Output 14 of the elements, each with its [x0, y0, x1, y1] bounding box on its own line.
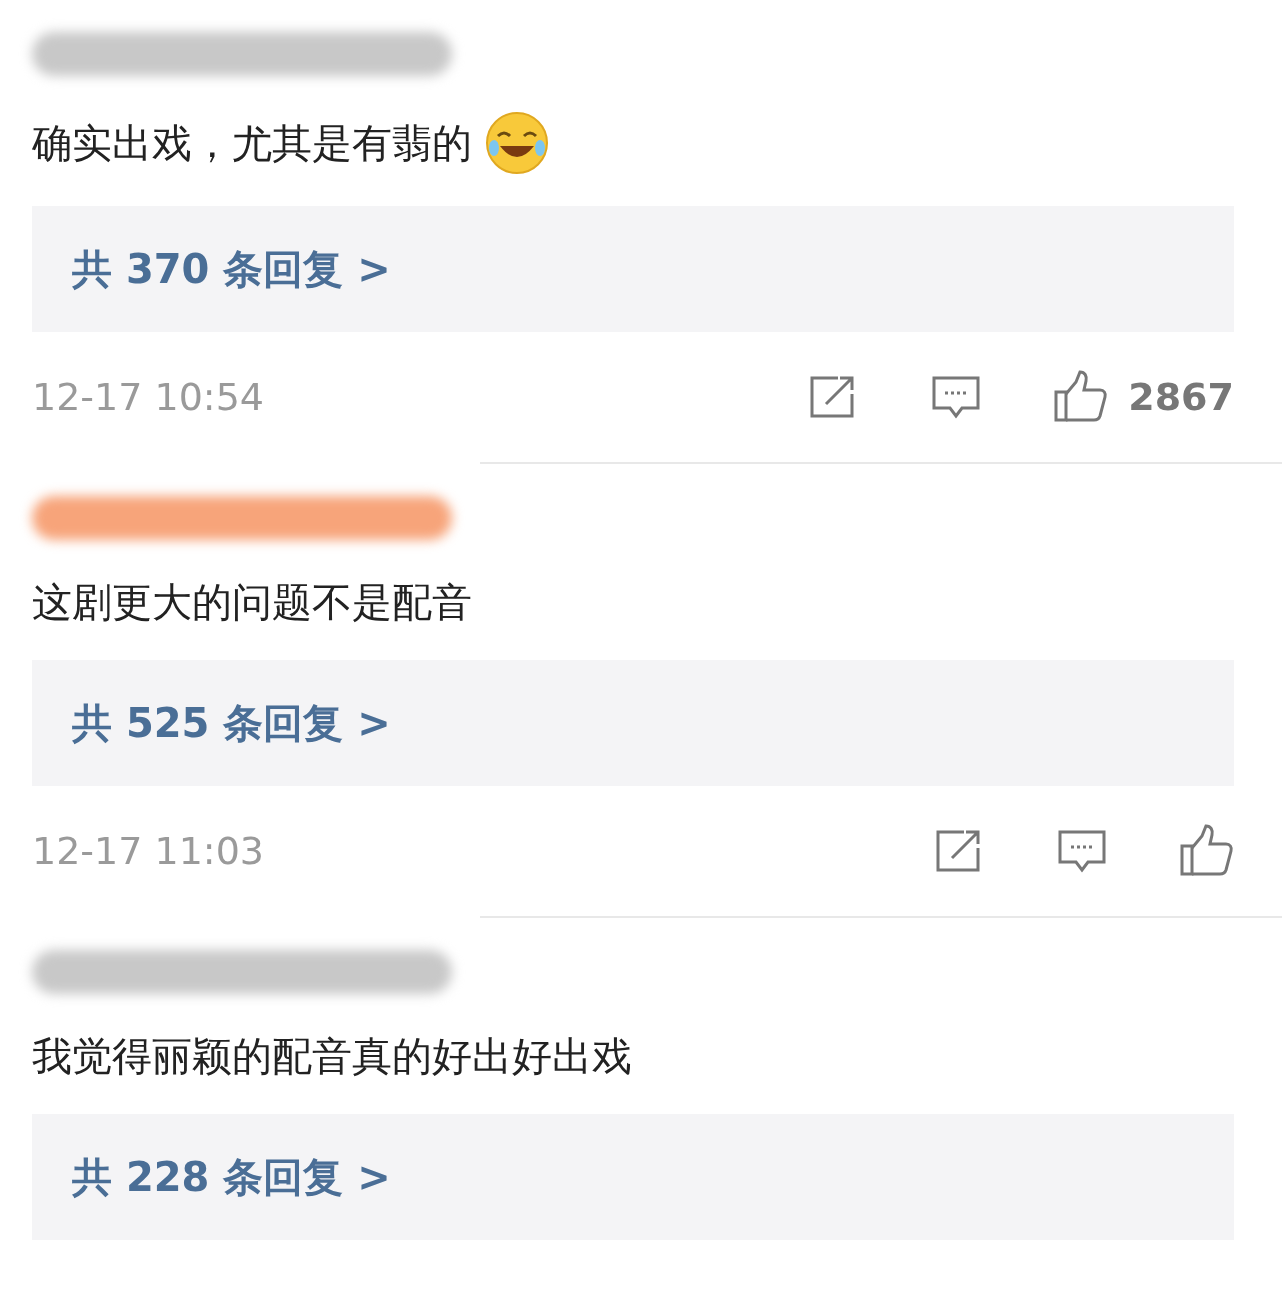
comment-icon[interactable]: [930, 374, 983, 420]
replies-link[interactable]: 共 525 条回复 >: [32, 660, 1234, 786]
comment-icon[interactable]: [1056, 828, 1108, 874]
like-count: 2867: [1128, 373, 1234, 421]
thumbs-up-icon[interactable]: [1052, 370, 1109, 424]
comment-text: 我觉得丽颖的配音真的好出好出戏: [32, 1032, 632, 1081]
comment-text: 这剧更大的问题不是配音: [32, 578, 472, 627]
replies-link[interactable]: 共 370 条回复 >: [32, 206, 1234, 332]
comment-text: 确实出戏，尤其是有翡的: [32, 119, 472, 168]
timestamp: 12-17 10:54: [32, 373, 264, 421]
thumbs-up-icon[interactable]: [1178, 824, 1234, 878]
laughing-emoji-icon: [484, 110, 550, 176]
replies-link[interactable]: 共 228 条回复 >: [32, 1114, 1234, 1240]
timestamp: 12-17 11:03: [32, 827, 264, 875]
